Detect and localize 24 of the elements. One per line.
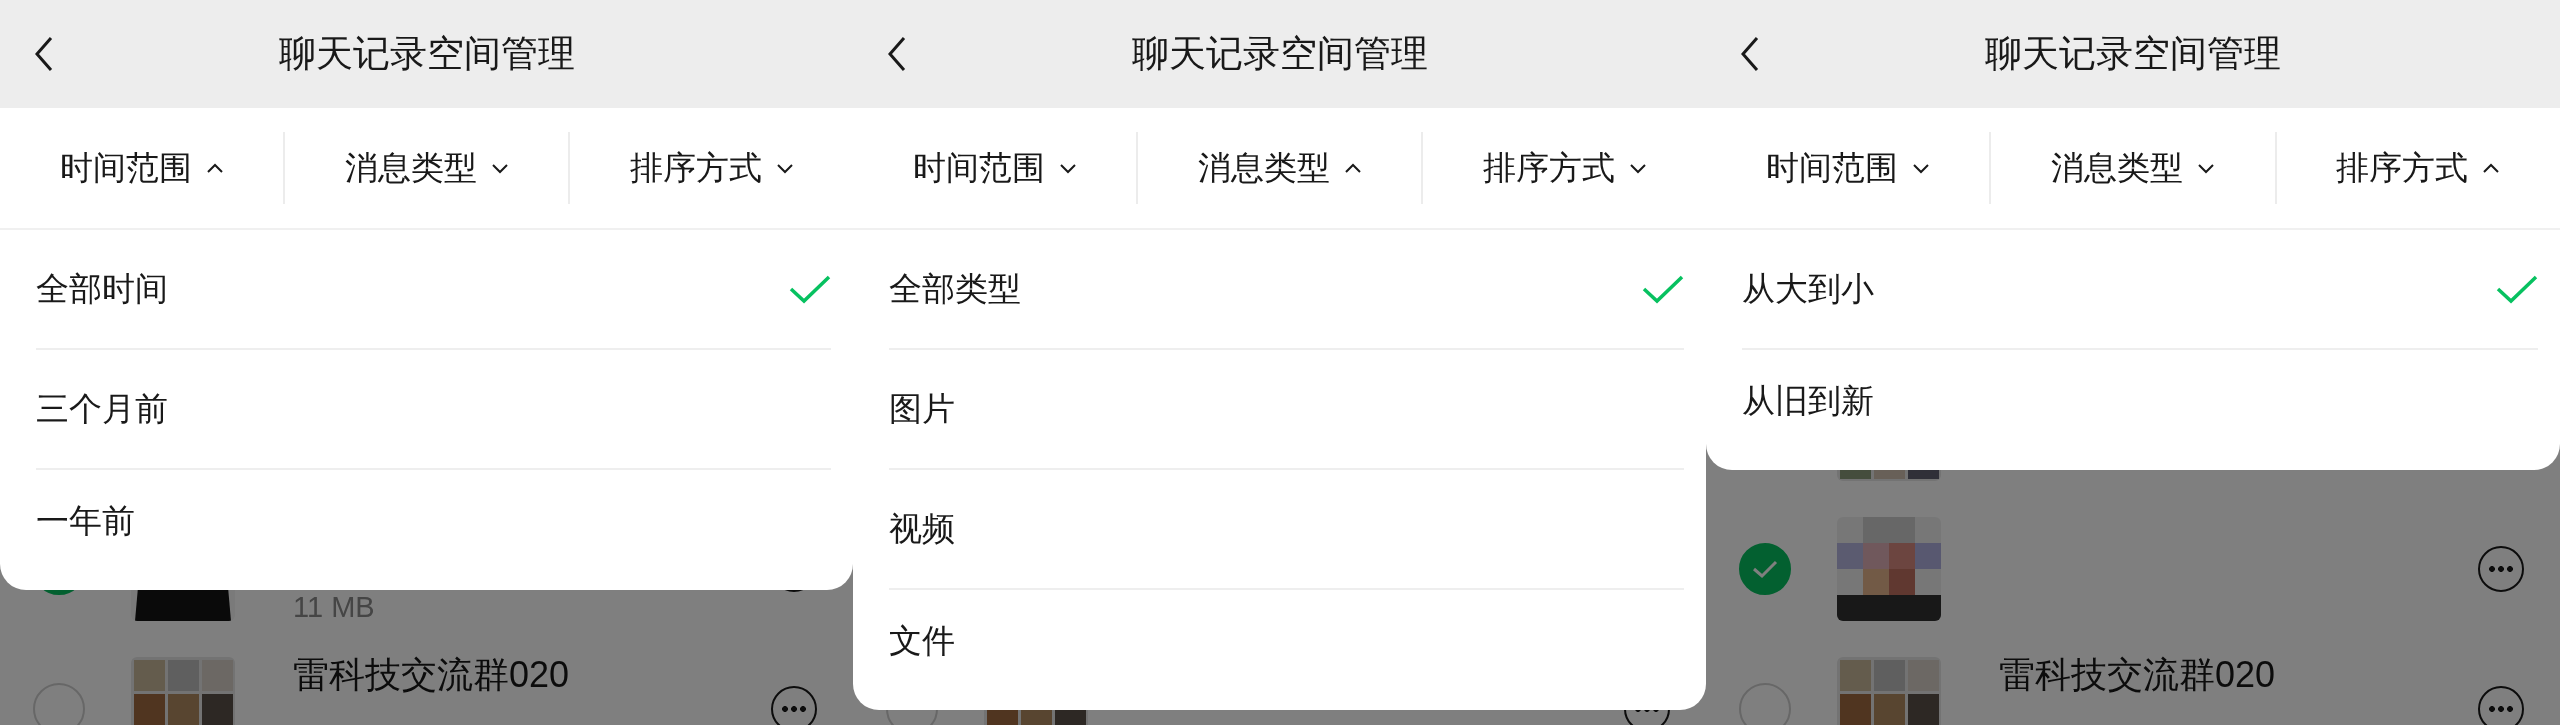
dropdown-option[interactable]: 图片 [889,350,1684,470]
screen-title: 聊天记录空间管理 [1131,32,1428,76]
chat-name: 雷科技交流群020 [1999,655,2277,695]
dropdown-option[interactable]: 从大到小 [1742,230,2538,350]
filter-tab[interactable]: 排序方式 [2336,145,2501,191]
dropdown-option[interactable]: 三个月前 [36,350,831,470]
dropdown-option[interactable]: 文件 [889,590,1684,692]
filter-tab[interactable]: 排序方式 [629,145,794,191]
filter-tab[interactable]: 消息类型 [1197,145,1362,191]
filter-tab[interactable]: 时间范围 [59,145,224,191]
screen-title: 聊天记录空间管理 [278,32,575,76]
dropdown-option[interactable]: 视频 [889,470,1684,590]
filter-tab[interactable]: 时间范围 [1765,145,1930,191]
dropdown-option[interactable]: 从旧到新 [1742,350,2538,452]
dropdown-option[interactable]: 全部类型 [889,230,1684,350]
filter-tab[interactable]: 消息类型 [2051,145,2215,191]
filter-tab[interactable]: 排序方式 [1482,145,1647,191]
dropdown-option[interactable]: 一年前 [36,470,831,572]
chat-name: 雷科技交流群020 [293,655,571,695]
screen-title: 聊天记录空间管理 [1985,32,2281,76]
filter-tab[interactable]: 消息类型 [344,145,509,191]
filter-tab[interactable]: 时间范围 [912,145,1077,191]
dropdown-option[interactable]: 全部时间 [36,230,831,350]
file-size: 11 MB [293,591,376,624]
